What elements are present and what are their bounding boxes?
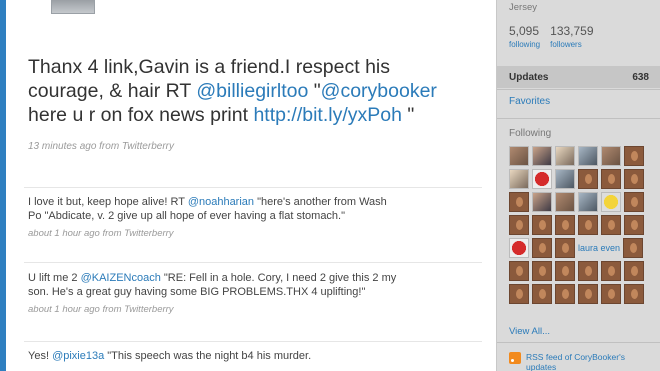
tweet-meta[interactable]: 13 minutes ago from Twitterberry — [28, 135, 468, 159]
following-avatar[interactable] — [555, 284, 575, 304]
rss-feed-link[interactable]: RSS feed of CoryBooker's updates — [509, 352, 646, 371]
following-avatar[interactable] — [509, 238, 529, 258]
following-avatar[interactable] — [601, 146, 621, 166]
stats: 5,095 following 133,759 followers — [509, 25, 594, 51]
following-avatar[interactable] — [624, 215, 644, 235]
divider — [497, 342, 660, 343]
mention-link[interactable]: @KAIZENcoach — [81, 272, 161, 284]
following-avatar[interactable] — [555, 238, 575, 258]
following-avatar[interactable] — [601, 284, 621, 304]
updates-tab[interactable]: Updates 638 — [497, 66, 660, 88]
divider — [497, 118, 660, 119]
tweet-text: here u r on fox news print — [28, 104, 254, 126]
tweet-text: "This speech was the night b4 his murder… — [104, 350, 312, 362]
featured-tweet: Thanx 4 link,Gavin is a friend.I respect… — [28, 55, 468, 159]
tweet: U lift me 2 @KAIZENcoach "RE: Fell in a … — [28, 272, 398, 317]
tweet: I love it but, keep hope alive! RT @noah… — [28, 196, 398, 241]
following-grid: laura even — [509, 146, 659, 307]
followers-label: followers — [550, 40, 582, 49]
mention-link[interactable]: @noahharian — [188, 196, 254, 208]
following-avatar[interactable] — [555, 169, 575, 189]
mention-link[interactable]: @pixie13a — [52, 350, 104, 362]
view-all-link[interactable]: View All... — [509, 326, 550, 337]
following-avatar[interactable] — [555, 146, 575, 166]
mention-link[interactable]: @corybooker — [321, 80, 437, 102]
tweet-text: I love it but, keep hope alive! RT — [28, 196, 188, 208]
following-avatar[interactable] — [578, 215, 598, 235]
following-avatar[interactable] — [509, 261, 529, 281]
following-avatar[interactable] — [624, 192, 644, 212]
location: Jersey — [509, 2, 537, 13]
following-avatar[interactable] — [555, 192, 575, 212]
tweet-meta[interactable]: about 1 hour ago from Twitterberry — [28, 227, 398, 241]
timeline: Thanx 4 link,Gavin is a friend.I respect… — [6, 0, 496, 371]
following-avatar[interactable] — [624, 284, 644, 304]
following-avatar[interactable] — [601, 192, 621, 212]
following-avatar[interactable] — [532, 192, 552, 212]
rss-label: RSS feed of CoryBooker's updates — [526, 352, 625, 371]
tweet-text: Yes! — [28, 350, 53, 362]
favorites-tab[interactable]: Favorites — [497, 90, 660, 112]
tweet: Yes! @pixie13a "This speech was the nigh… — [28, 350, 398, 364]
following-count: 5,095 — [509, 24, 540, 38]
following-avatar[interactable] — [555, 261, 575, 281]
divider — [24, 262, 482, 263]
rss-icon — [509, 352, 521, 364]
following-avatar[interactable] — [624, 169, 644, 189]
following-avatar[interactable] — [509, 169, 529, 189]
profile-avatar[interactable] — [51, 0, 95, 14]
following-avatar[interactable] — [601, 261, 621, 281]
divider — [24, 341, 482, 342]
favorites-label: Favorites — [509, 95, 551, 107]
tweet-text: " — [308, 80, 321, 102]
following-avatar[interactable] — [532, 284, 552, 304]
following-avatar[interactable] — [509, 284, 529, 304]
following-avatar[interactable] — [578, 284, 598, 304]
followers-count: 133,759 — [550, 24, 594, 38]
following-avatar[interactable] — [509, 215, 529, 235]
following-heading: Following — [509, 128, 552, 139]
tweet-text: U lift me 2 — [28, 272, 81, 284]
following-avatar[interactable] — [555, 215, 575, 235]
following-avatar[interactable] — [509, 192, 529, 212]
following-avatar[interactable] — [509, 146, 529, 166]
following-avatar[interactable] — [578, 261, 598, 281]
following-avatar[interactable] — [578, 192, 598, 212]
following-avatar[interactable] — [532, 169, 552, 189]
following-avatar[interactable] — [578, 146, 598, 166]
following-avatar[interactable] — [601, 169, 621, 189]
profile-sidebar: Jersey 5,095 following 133,759 followers… — [496, 0, 660, 371]
following-avatar[interactable] — [532, 261, 552, 281]
following-avatar[interactable] — [532, 238, 552, 258]
url-link[interactable]: http://bit.ly/yxPoh — [253, 104, 402, 126]
following-avatar[interactable] — [624, 261, 644, 281]
divider — [24, 187, 482, 188]
following-avatar[interactable] — [624, 146, 644, 166]
tweet-meta[interactable]: about 1 hour ago from Twitterberry — [28, 303, 398, 317]
tweet-text: " — [401, 104, 415, 126]
following-avatar[interactable] — [623, 238, 643, 258]
following-stat[interactable]: 5,095 following — [509, 25, 540, 51]
following-label: following — [509, 40, 541, 49]
following-avatar[interactable] — [601, 215, 621, 235]
following-name-link[interactable]: laura even — [578, 238, 620, 258]
following-avatar[interactable] — [532, 146, 552, 166]
mention-link[interactable]: @billiegirltoo — [196, 80, 308, 102]
following-avatar[interactable] — [532, 215, 552, 235]
followers-stat[interactable]: 133,759 followers — [550, 25, 593, 51]
following-avatar[interactable] — [578, 169, 598, 189]
updates-label: Updates — [509, 71, 549, 83]
updates-count: 638 — [632, 71, 649, 83]
